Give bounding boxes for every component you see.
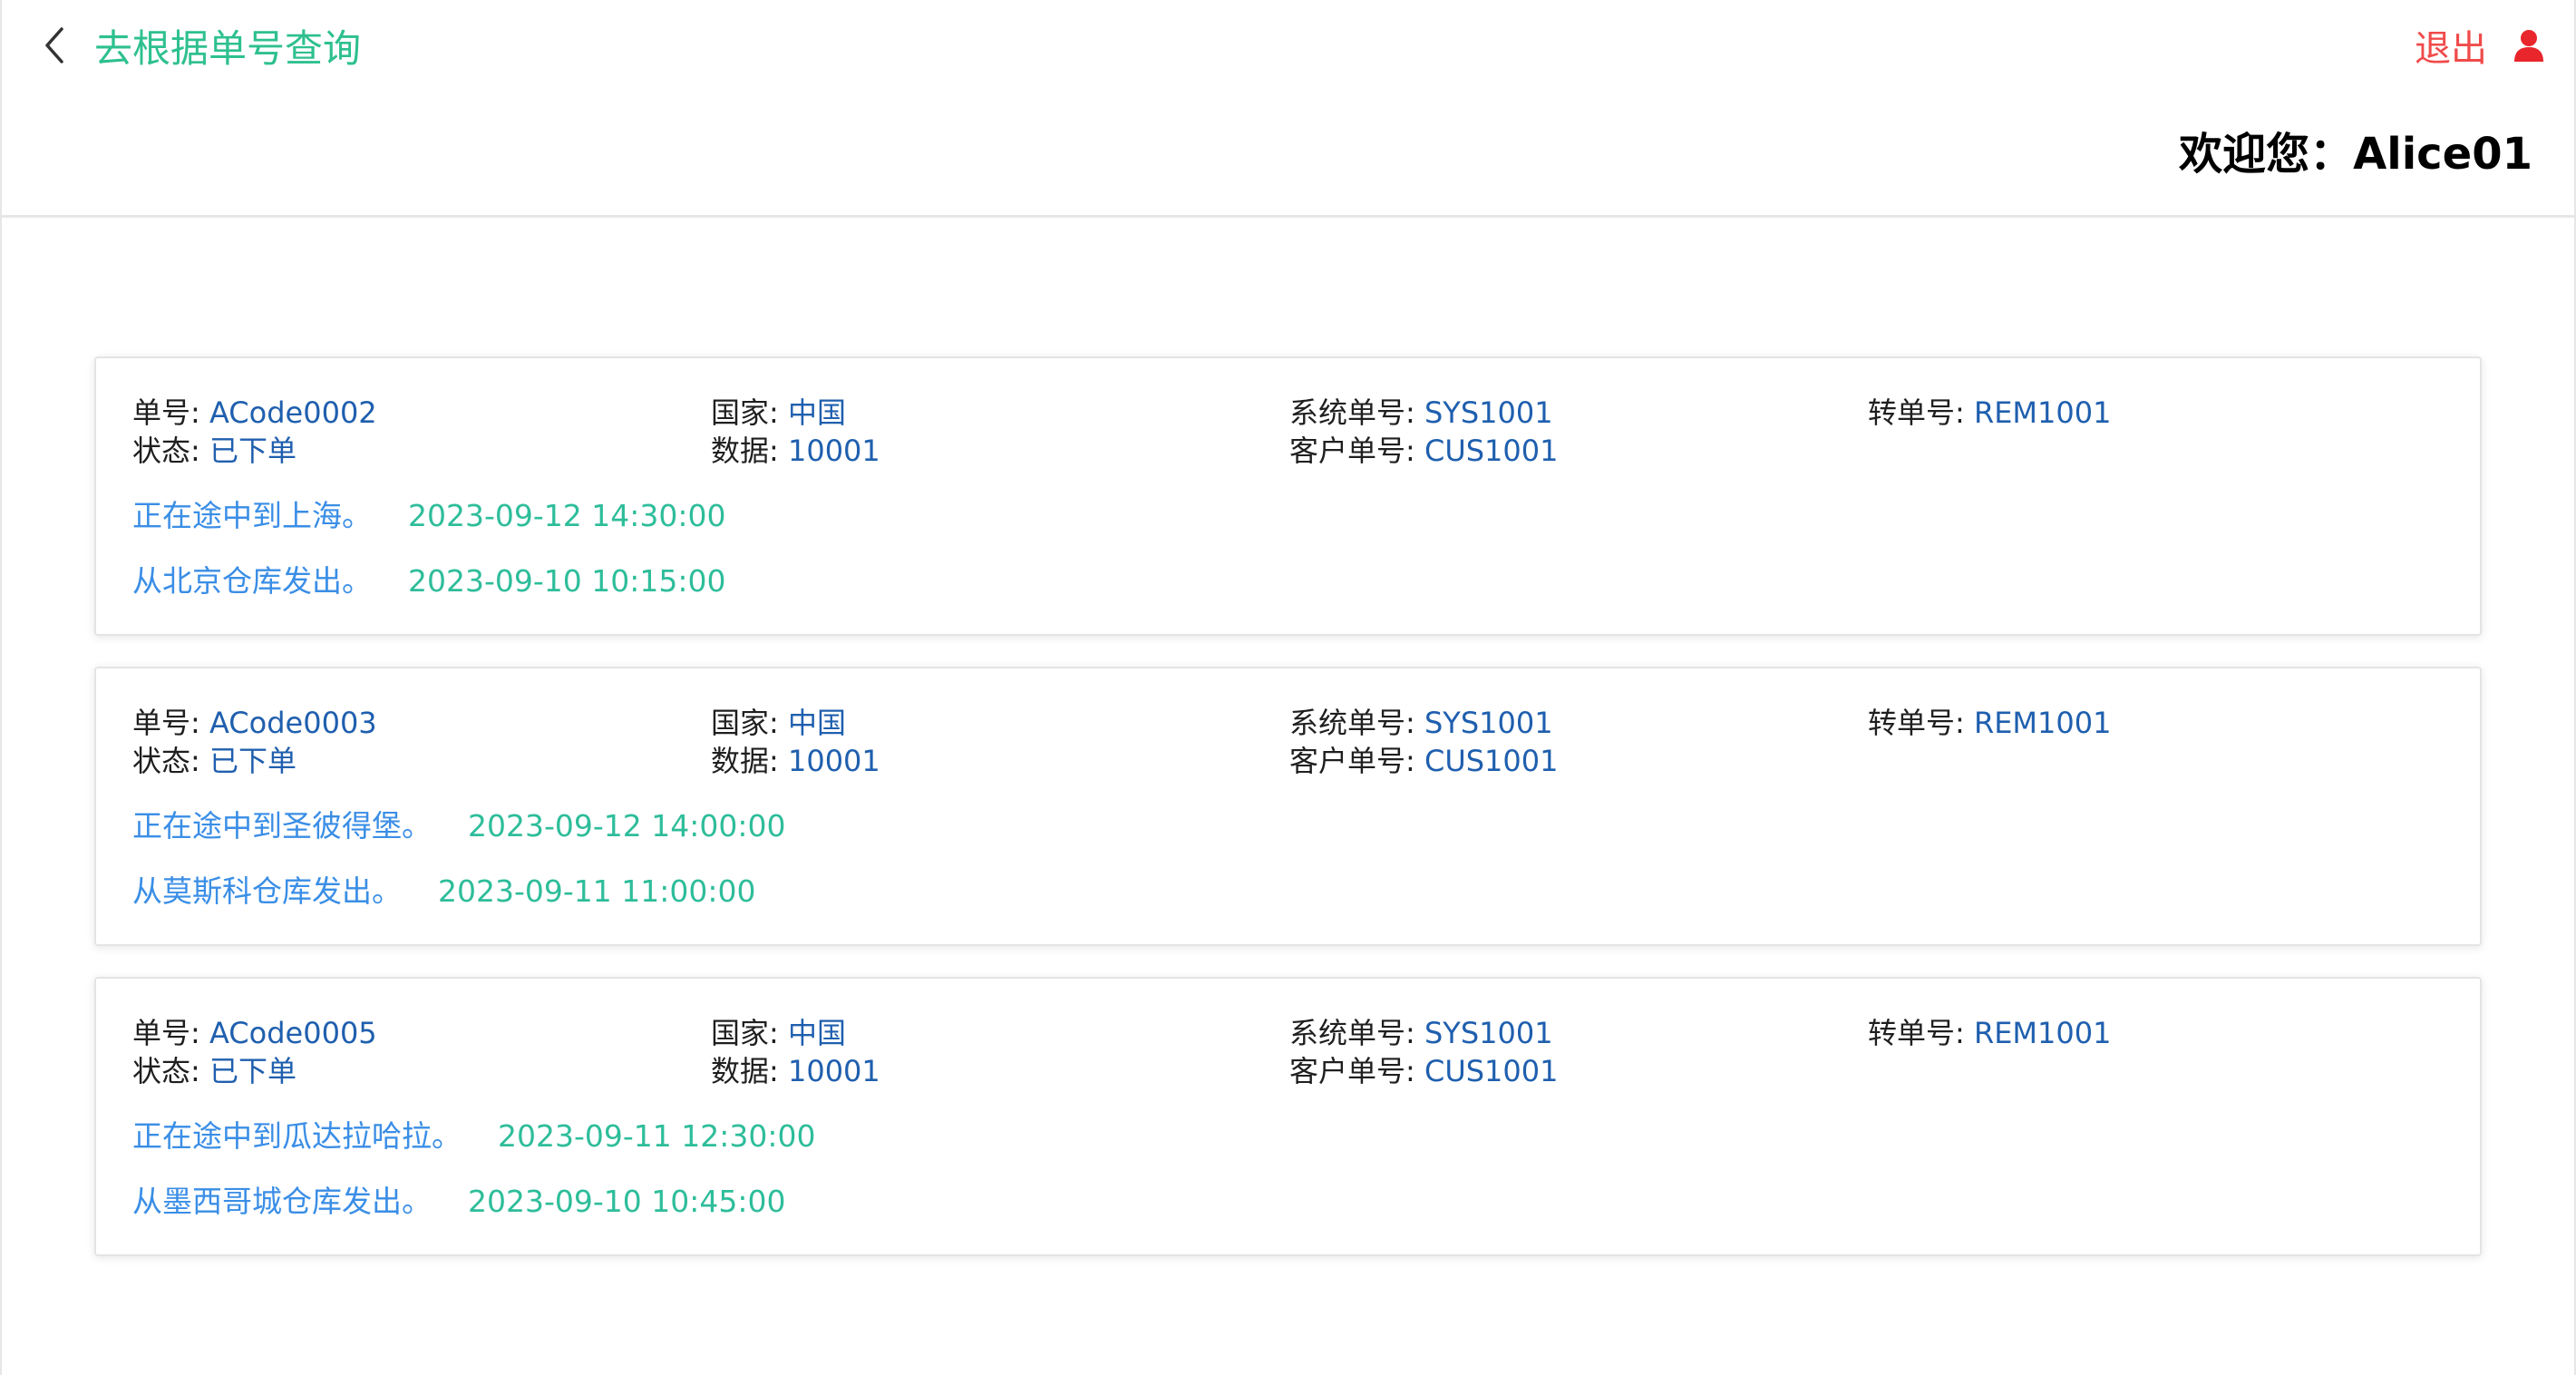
customer-no-field: 客户单号: CUS1001: [1289, 741, 1558, 781]
data-field: 数据: 10001: [711, 741, 880, 781]
transfer-no-value: REM1001: [1973, 706, 2112, 740]
system-no-field: 系统单号: SYS1001: [1289, 1013, 1553, 1053]
system-no-label: 系统单号:: [1289, 706, 1424, 740]
customer-no-label: 客户单号:: [1289, 1054, 1424, 1088]
data-value: 10001: [787, 1054, 880, 1088]
tracking-event-text: 从墨西哥城仓库发出。: [132, 1184, 432, 1219]
back-link[interactable]: 去根据单号查询: [42, 20, 361, 71]
status-label: 状态:: [132, 434, 209, 468]
data-label: 数据:: [711, 434, 788, 468]
tracking-event-time: 2023-09-11 11:00:00: [438, 873, 756, 909]
system-no-field: 系统单号: SYS1001: [1289, 393, 1553, 433]
tracking-event-text: 正在途中到瓜达拉哈拉。: [132, 1118, 462, 1154]
customer-no-value: CUS1001: [1424, 744, 1559, 778]
status-value: 已下单: [209, 434, 296, 468]
country-field: 国家: 中国: [711, 393, 846, 433]
order-no-label: 单号:: [132, 706, 209, 740]
transfer-no-field: 转单号: REM1001: [1868, 393, 2111, 433]
customer-no-field: 客户单号: CUS1001: [1289, 431, 1558, 471]
transfer-no-label: 转单号:: [1868, 706, 1974, 740]
country-value: 中国: [787, 395, 846, 430]
tracking-event-time: 2023-09-10 10:15:00: [408, 563, 726, 599]
transfer-no-field: 转单号: REM1001: [1868, 1013, 2111, 1053]
data-field: 数据: 10001: [711, 431, 880, 471]
status-field: 状态: 已下单: [132, 741, 296, 781]
status-value: 已下单: [209, 744, 296, 778]
system-no-value: SYS1001: [1424, 395, 1553, 430]
tracking-event-time: 2023-09-11 12:30:00: [498, 1118, 816, 1154]
status-field: 状态: 已下单: [132, 431, 296, 471]
order-no-label: 单号:: [132, 395, 209, 430]
order-no-field: 单号: ACode0003: [132, 703, 377, 743]
data-value: 10001: [787, 434, 880, 468]
back-link-label: 去根据单号查询: [94, 25, 362, 71]
tracking-event: 正在途中到上海。 2023-09-12 14:30:00: [132, 494, 725, 538]
transfer-no-label: 转单号:: [1868, 1016, 1974, 1050]
tracking-event-text: 从北京仓库发出。: [132, 563, 372, 599]
transfer-no-value: REM1001: [1973, 1016, 2112, 1050]
customer-no-value: CUS1001: [1424, 434, 1559, 468]
order-no-value: ACode0002: [209, 395, 377, 430]
order-info-row-1: 单号: ACode0002 国家: 中国 系统单号: SYS1001 转单号: …: [132, 393, 2454, 433]
transfer-no-value: REM1001: [1973, 395, 2112, 430]
top-header: 去根据单号查询 退出 欢迎您：Alice01: [0, 0, 2576, 218]
order-info-row-2: 状态: 已下单 数据: 10001 客户单号: CUS1001: [132, 431, 2454, 471]
tracking-event-time: 2023-09-12 14:30:00: [408, 498, 726, 533]
order-info-row-2: 状态: 已下单 数据: 10001 客户单号: CUS1001: [132, 1051, 2454, 1091]
system-no-field: 系统单号: SYS1001: [1289, 703, 1553, 743]
status-label: 状态:: [132, 1054, 209, 1088]
data-field: 数据: 10001: [711, 1051, 880, 1091]
customer-no-field: 客户单号: CUS1001: [1289, 1051, 1558, 1091]
country-label: 国家:: [711, 1016, 788, 1050]
status-field: 状态: 已下单: [132, 1051, 296, 1091]
country-field: 国家: 中国: [711, 703, 846, 743]
order-no-field: 单号: ACode0002: [132, 393, 377, 433]
order-card: 单号: ACode0005 国家: 中国 系统单号: SYS1001 转单号: …: [94, 977, 2482, 1256]
customer-no-label: 客户单号:: [1289, 744, 1424, 778]
order-info-row-1: 单号: ACode0005 国家: 中国 系统单号: SYS1001 转单号: …: [132, 1013, 2454, 1053]
order-no-label: 单号:: [132, 1016, 209, 1050]
data-value: 10001: [787, 744, 880, 778]
status-label: 状态:: [132, 744, 209, 778]
order-card: 单号: ACode0003 国家: 中国 系统单号: SYS1001 转单号: …: [94, 667, 2482, 946]
order-list: 单号: ACode0002 国家: 中国 系统单号: SYS1001 转单号: …: [94, 356, 2482, 1287]
logout-button[interactable]: 退出: [2415, 20, 2545, 71]
tracking-event-time: 2023-09-12 14:00:00: [468, 808, 786, 844]
customer-no-value: CUS1001: [1424, 1054, 1559, 1088]
order-no-field: 单号: ACode0005: [132, 1013, 377, 1053]
data-label: 数据:: [711, 744, 788, 778]
tracking-event: 正在途中到瓜达拉哈拉。 2023-09-11 12:30:00: [132, 1115, 815, 1158]
welcome-message: 欢迎您：Alice01: [2179, 129, 2532, 180]
order-no-value: ACode0003: [209, 706, 377, 740]
tracking-event-text: 从莫斯科仓库发出。: [132, 873, 402, 909]
tracking-event: 从墨西哥城仓库发出。 2023-09-10 10:45:00: [132, 1180, 785, 1224]
tracking-event-text: 正在途中到上海。: [132, 498, 372, 533]
country-field: 国家: 中国: [711, 1013, 846, 1053]
order-card: 单号: ACode0002 国家: 中国 系统单号: SYS1001 转单号: …: [94, 356, 2482, 636]
user-icon: [2514, 30, 2543, 62]
transfer-no-label: 转单号:: [1868, 395, 1974, 430]
system-no-label: 系统单号:: [1289, 395, 1424, 430]
system-no-label: 系统单号:: [1289, 1016, 1424, 1050]
tracking-event-text: 正在途中到圣彼得堡。: [132, 808, 432, 844]
country-value: 中国: [787, 706, 846, 740]
data-label: 数据:: [711, 1054, 788, 1088]
system-no-value: SYS1001: [1424, 1016, 1553, 1050]
order-info-row-1: 单号: ACode0003 国家: 中国 系统单号: SYS1001 转单号: …: [132, 703, 2454, 743]
tracking-event: 从莫斯科仓库发出。 2023-09-11 11:00:00: [132, 870, 755, 913]
order-info-row-2: 状态: 已下单 数据: 10001 客户单号: CUS1001: [132, 741, 2454, 781]
tracking-event: 正在途中到圣彼得堡。 2023-09-12 14:00:00: [132, 805, 785, 848]
country-value: 中国: [787, 1016, 846, 1050]
transfer-no-field: 转单号: REM1001: [1868, 703, 2111, 743]
chevron-left-icon: [45, 27, 63, 63]
customer-no-label: 客户单号:: [1289, 434, 1424, 468]
logout-label: 退出: [2415, 28, 2487, 70]
tracking-event: 从北京仓库发出。 2023-09-10 10:15:00: [132, 560, 725, 603]
status-value: 已下单: [209, 1054, 296, 1088]
tracking-event-time: 2023-09-10 10:45:00: [468, 1184, 786, 1219]
country-label: 国家:: [711, 706, 788, 740]
system-no-value: SYS1001: [1424, 706, 1553, 740]
order-no-value: ACode0005: [209, 1016, 377, 1050]
country-label: 国家:: [711, 395, 788, 430]
